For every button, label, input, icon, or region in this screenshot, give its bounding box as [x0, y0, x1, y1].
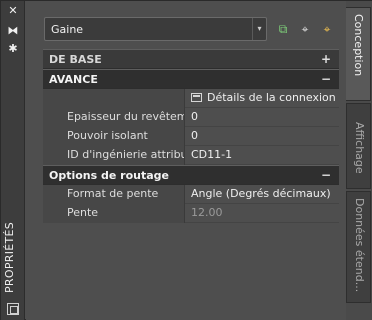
section-title: DE BASE	[49, 53, 102, 66]
section-options-de-routage[interactable]: Options de routage −	[43, 165, 339, 185]
collapse-icon[interactable]: −	[321, 72, 331, 86]
section-title: AVANCE	[49, 73, 98, 86]
row-value[interactable]: CD11-1	[191, 146, 232, 164]
tab-donnees-etendues[interactable]: Données étend...	[346, 191, 371, 303]
row-label	[43, 89, 185, 108]
section-avance[interactable]: AVANCE −	[43, 69, 339, 89]
chevron-down-icon[interactable]: ▾	[252, 18, 266, 40]
palette-title-strip: ✕ ⧓ ✱ PROPRIÉTÉS	[1, 1, 25, 320]
row-label: Format de pente	[43, 185, 185, 204]
connection-details-link[interactable]: Détails de la connexion	[191, 89, 336, 107]
settings-icon[interactable]: ✱	[6, 43, 20, 55]
section-title: Options de routage	[49, 169, 170, 182]
property-row[interactable]: Pouvoir isolant 0	[43, 127, 339, 146]
object-type-select[interactable]: Gaine ▾	[44, 17, 267, 41]
tab-affichage[interactable]: Affichage	[346, 103, 371, 189]
row-label: Pente	[43, 204, 185, 223]
row-value[interactable]: Angle (Degrés décimaux)	[191, 185, 331, 203]
palette-icon[interactable]	[7, 303, 19, 315]
properties-toolbar: Gaine ▾ ⧉ ⌖ ⌖	[44, 17, 350, 41]
property-grid: DE BASE + AVANCE − Détails de la connexi…	[43, 49, 339, 223]
section-de-base[interactable]: DE BASE +	[43, 49, 339, 69]
tab-conception[interactable]: Conception	[346, 7, 371, 101]
row-label: ID d'ingénierie attribué	[43, 146, 185, 165]
property-row[interactable]: Format de pente Angle (Degrés décimaux)	[43, 185, 339, 204]
object-type-value: Gaine	[51, 23, 84, 36]
row-value[interactable]: 0	[191, 108, 198, 126]
row-label: Epaisseur du revêtement	[43, 108, 185, 127]
palette-tabs: Conception Affichage Données étend...	[346, 1, 372, 320]
autohide-icon[interactable]: ⧓	[6, 25, 20, 37]
property-row[interactable]: Pente 12.00	[43, 204, 339, 223]
select-objects-icon[interactable]: ⌖	[296, 20, 314, 38]
properties-content: Gaine ▾ ⧉ ⌖ ⌖ DE BASE + AVANCE − Détails…	[26, 1, 346, 320]
row-value[interactable]: 0	[191, 127, 198, 145]
connection-details-row: Détails de la connexion	[43, 89, 339, 108]
pickadd-toggle-icon[interactable]: ⌖	[318, 20, 336, 38]
quick-select-icon[interactable]: ⧉	[274, 20, 292, 38]
close-icon[interactable]: ✕	[6, 5, 20, 17]
row-value[interactable]: 12.00	[191, 204, 223, 222]
table-icon	[191, 93, 202, 102]
expand-icon[interactable]: +	[321, 52, 331, 66]
collapse-icon[interactable]: −	[321, 168, 331, 182]
property-row[interactable]: Epaisseur du revêtement 0	[43, 108, 339, 127]
property-row[interactable]: ID d'ingénierie attribué CD11-1	[43, 146, 339, 165]
properties-palette: ✕ ⧓ ✱ PROPRIÉTÉS Gaine ▾ ⧉ ⌖ ⌖ DE BASE +…	[0, 0, 372, 320]
row-label: Pouvoir isolant	[43, 127, 185, 146]
palette-title: PROPRIÉTÉS	[3, 221, 16, 293]
